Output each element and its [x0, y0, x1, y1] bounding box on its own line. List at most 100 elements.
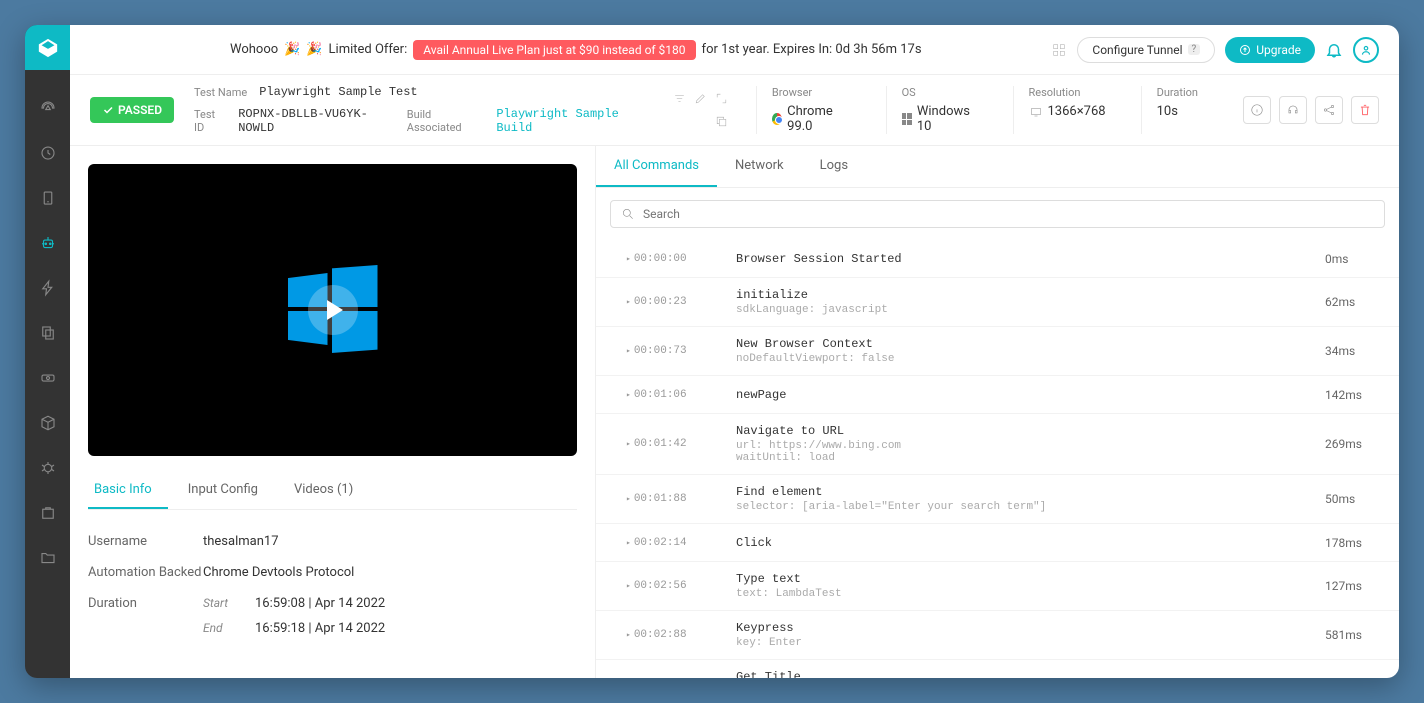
command-row[interactable]: 00:00:00 Browser Session Started 0ms [596, 240, 1399, 278]
command-duration: 0ms [1325, 252, 1385, 266]
username-label: Username [88, 534, 203, 549]
tab-all-commands[interactable]: All Commands [596, 146, 717, 187]
main: Wohooo 🎉 🎉 Limited Offer: Avail Annual L… [70, 25, 1399, 678]
automation-label: Automation Backed [88, 565, 203, 580]
start-time: 16:59:08 | Apr 14 2022 [255, 596, 385, 611]
command-title: newPage [736, 388, 1325, 402]
command-title: initialize [736, 288, 1325, 302]
topbar: Wohooo 🎉 🎉 Limited Offer: Avail Annual L… [70, 25, 1399, 75]
command-title: New Browser Context [736, 337, 1325, 351]
command-title: Find element [736, 485, 1325, 499]
build-link[interactable]: Playwright Sample Build [496, 107, 653, 135]
command-duration: 50ms [1325, 492, 1385, 506]
upgrade-button[interactable]: Upgrade [1225, 37, 1315, 63]
search-icon [621, 207, 635, 221]
build-label: Build Associated [407, 108, 485, 134]
command-row[interactable]: 00:01:06 newPage 142ms [596, 376, 1399, 414]
command-sub: text: LambdaTest [736, 588, 1325, 600]
command-row[interactable]: 00:00:23 initialize sdkLanguage: javascr… [596, 278, 1399, 327]
search-input[interactable] [643, 207, 1374, 221]
video-player[interactable] [88, 164, 577, 456]
duration-label: Duration [1157, 86, 1198, 99]
sidebar-device-icon[interactable] [25, 175, 70, 220]
os-value: Windows 10 [902, 104, 978, 134]
share-button[interactable] [1315, 96, 1343, 124]
command-title: Keypress [736, 621, 1325, 635]
command-row[interactable]: 00:02:56 Type text text: LambdaTest 127m… [596, 562, 1399, 611]
command-duration: 34ms [1325, 344, 1385, 358]
headset-button[interactable] [1279, 96, 1307, 124]
promo-post: for 1st year. Expires In: 0d 3h 56m 17s [702, 42, 922, 57]
sidebar-speed-icon[interactable] [25, 85, 70, 130]
command-row[interactable]: 00:01:88 Find element selector: [aria-la… [596, 475, 1399, 524]
sidebar-folder-icon[interactable] [25, 535, 70, 580]
grid-icon[interactable] [1051, 42, 1067, 58]
copy-icon[interactable] [715, 115, 728, 128]
test-name-value: Playwright Sample Test [259, 85, 417, 99]
delete-button[interactable] [1351, 96, 1379, 124]
bell-icon[interactable] [1325, 41, 1343, 59]
command-row[interactable]: 00:00:73 New Browser Context noDefaultVi… [596, 327, 1399, 376]
command-time: 00:02:14 [626, 537, 736, 549]
command-title: Click [736, 536, 1325, 550]
tab-logs[interactable]: Logs [802, 146, 866, 187]
sidebar-bolt-icon[interactable] [25, 265, 70, 310]
test-id-value: ROPNX-DBLLB-VU6YK-NOWLD [238, 107, 395, 135]
command-duration: 62ms [1325, 295, 1385, 309]
end-time: 16:59:18 | Apr 14 2022 [255, 621, 385, 636]
info-button[interactable] [1243, 96, 1271, 124]
command-row[interactable]: 00:01:42 Navigate to URL url: https://ww… [596, 414, 1399, 475]
edit-icon[interactable] [694, 92, 707, 105]
command-time: 00:02:88 [626, 629, 736, 641]
filter-icon[interactable] [673, 92, 686, 105]
tab-network[interactable]: Network [717, 146, 802, 187]
command-row[interactable]: 00:03:71 Get Title value: LambdaTest - S… [596, 660, 1399, 678]
sidebar-box-icon[interactable] [25, 490, 70, 535]
username-value: thesalman17 [203, 534, 279, 549]
avatar[interactable] [1353, 37, 1379, 63]
command-sub: url: https://www.bing.comwaitUntil: load [736, 440, 1325, 464]
command-title: Navigate to URL [736, 424, 1325, 438]
command-sub: sdkLanguage: javascript [736, 304, 1325, 316]
os-label: OS [902, 86, 978, 99]
command-tabs: All Commands Network Logs [596, 146, 1399, 188]
command-row[interactable]: 00:02:88 Keypress key: Enter 581ms [596, 611, 1399, 660]
right-pane: All Commands Network Logs 00:00:00 Brows… [595, 146, 1399, 678]
command-time: 00:01:06 [626, 389, 736, 401]
party-icon: 🎉 [284, 42, 300, 57]
command-sub: noDefaultViewport: false [736, 353, 1325, 365]
windows-icon [902, 113, 912, 125]
sidebar-bug-icon[interactable] [25, 445, 70, 490]
tab-videos[interactable]: Videos (1) [288, 472, 369, 509]
sidebar-eye-icon[interactable] [25, 355, 70, 400]
promo-badge: Avail Annual Live Plan just at $90 inste… [413, 40, 695, 60]
sidebar-files-icon[interactable] [25, 310, 70, 355]
search-box[interactable] [610, 200, 1385, 228]
test-id-label: Test ID [194, 108, 226, 134]
resolution-label: Resolution [1029, 86, 1106, 99]
duration-detail-label: Duration [88, 596, 203, 636]
command-duration: 142ms [1325, 388, 1385, 402]
sidebar-robot-icon[interactable] [25, 220, 70, 265]
tab-input-config[interactable]: Input Config [182, 472, 274, 509]
command-row[interactable]: 00:02:14 Click 178ms [596, 524, 1399, 562]
sidebar-clock-icon[interactable] [25, 130, 70, 175]
configure-tunnel-button[interactable]: Configure Tunnel ? [1077, 37, 1215, 63]
command-time: 00:01:88 [626, 493, 736, 505]
command-duration: 19ms [1325, 677, 1385, 678]
expand-icon[interactable] [715, 92, 728, 105]
detail-tabs: Basic Info Input Config Videos (1) [88, 472, 577, 510]
command-title: Browser Session Started [736, 252, 1325, 266]
tab-basic-info[interactable]: Basic Info [88, 472, 168, 509]
play-icon[interactable] [308, 285, 358, 335]
browser-label: Browser [772, 86, 851, 99]
sidebar-cube-icon[interactable] [25, 400, 70, 445]
command-duration: 581ms [1325, 628, 1385, 642]
status-badge: PASSED [90, 97, 174, 123]
party-icon: 🎉 [306, 42, 322, 57]
automation-value: Chrome Devtools Protocol [203, 565, 354, 580]
duration-value: 10s [1157, 104, 1198, 119]
command-time: 00:00:23 [626, 296, 736, 308]
help-icon: ? [1188, 44, 1201, 55]
logo[interactable] [25, 25, 70, 70]
